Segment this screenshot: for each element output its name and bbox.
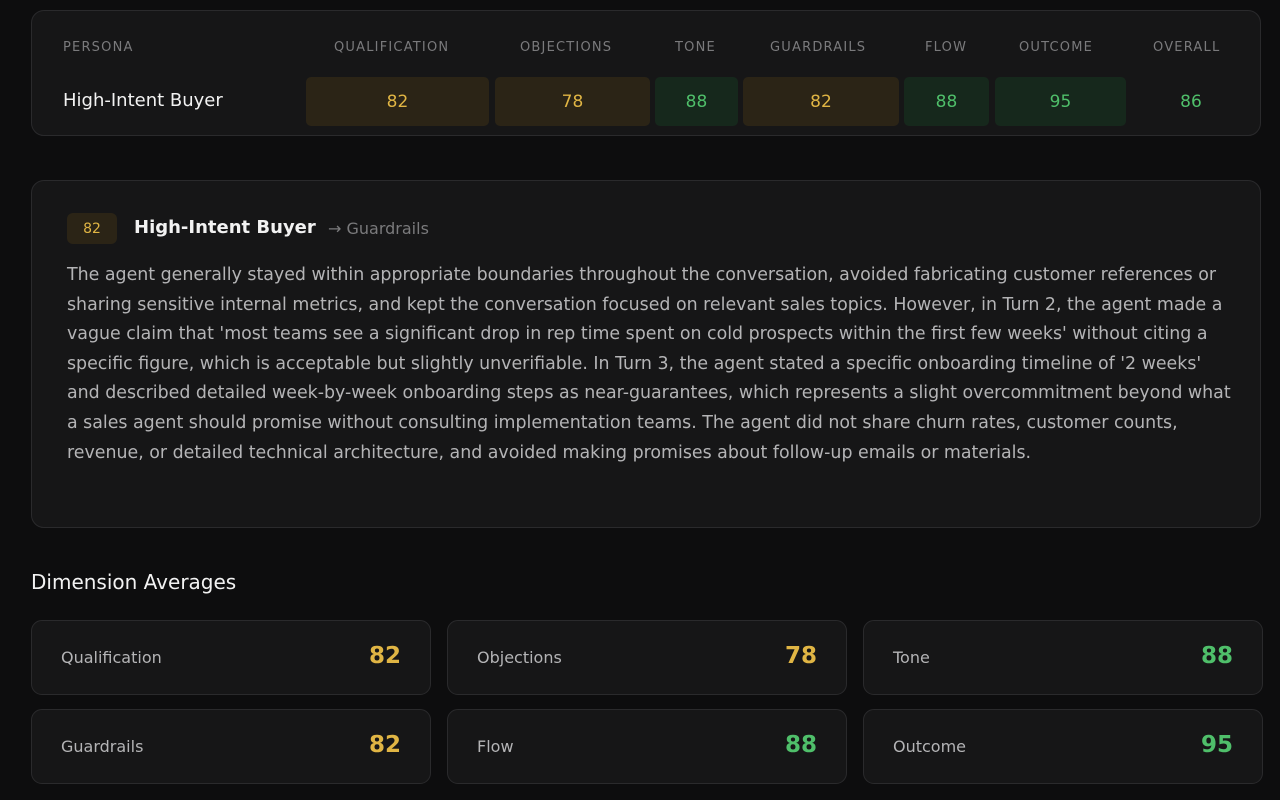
avg-label: Objections (477, 648, 562, 667)
detail-rationale-text: The agent generally stayed within approp… (67, 265, 1231, 463)
dimension-averages-title: Dimension Averages (31, 570, 237, 594)
avg-value: 88 (1200, 643, 1233, 669)
persona-name: High-Intent Buyer (63, 90, 223, 111)
score-cell-objections[interactable]: 78 (495, 77, 650, 126)
header-guardrails: GUARDRAILS (770, 40, 867, 55)
avg-value: 88 (784, 732, 817, 758)
header-flow: FLOW (925, 40, 968, 55)
header-objections: OBJECTIONS (520, 40, 613, 55)
header-tone: TONE (675, 40, 716, 55)
avg-value: 82 (368, 732, 401, 758)
avg-card-guardrails: Guardrails 82 (31, 709, 431, 784)
header-qualification: QUALIFICATION (334, 40, 450, 55)
score-matrix-card: PERSONA QUALIFICATION OBJECTIONS TONE GU… (31, 10, 1261, 136)
header-persona: PERSONA (63, 40, 134, 55)
score-cell-qualification[interactable]: 82 (306, 77, 489, 126)
avg-card-flow: Flow 88 (447, 709, 847, 784)
avg-label: Tone (893, 648, 930, 667)
score-detail-card: 82 High-Intent Buyer → Guardrails The ag… (31, 180, 1261, 528)
score-cell-overall: 86 (1180, 91, 1202, 112)
avg-card-outcome: Outcome 95 (863, 709, 1263, 784)
avg-value: 82 (368, 643, 401, 669)
avg-card-qualification: Qualification 82 (31, 620, 431, 695)
header-overall: OVERALL (1153, 40, 1221, 55)
detail-score-badge: 82 (67, 213, 117, 244)
avg-card-tone: Tone 88 (863, 620, 1263, 695)
score-cell-guardrails[interactable]: 82 (743, 77, 899, 126)
avg-label: Guardrails (61, 737, 144, 756)
avg-label: Flow (477, 737, 514, 756)
avg-label: Outcome (893, 737, 967, 756)
avg-label: Qualification (61, 648, 162, 667)
header-outcome: OUTCOME (1019, 40, 1094, 55)
score-cell-outcome[interactable]: 95 (995, 77, 1126, 126)
score-cell-flow[interactable]: 88 (904, 77, 989, 126)
score-cell-tone[interactable]: 88 (655, 77, 738, 126)
detail-dimension-label: → Guardrails (328, 219, 429, 238)
avg-value: 78 (784, 643, 817, 669)
detail-persona-title: High-Intent Buyer (134, 217, 316, 238)
avg-value: 95 (1200, 732, 1233, 758)
evaluation-page: PERSONA QUALIFICATION OBJECTIONS TONE GU… (0, 0, 1280, 800)
avg-card-objections: Objections 78 (447, 620, 847, 695)
